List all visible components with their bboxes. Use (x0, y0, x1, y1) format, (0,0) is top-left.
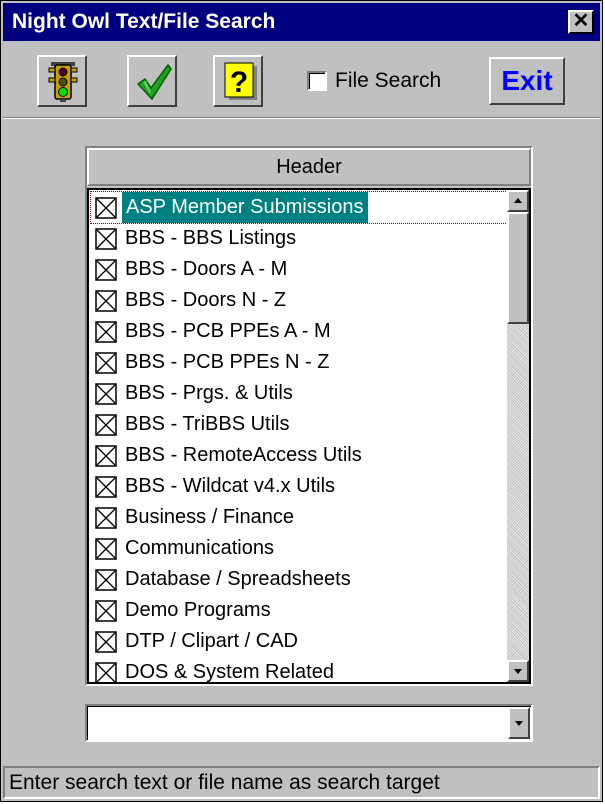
help-button[interactable]: ? (213, 55, 263, 107)
checked-box-icon[interactable] (95, 538, 117, 560)
list-item-label: Communications (125, 537, 274, 559)
checked-box-icon[interactable] (95, 259, 117, 281)
list-item[interactable]: BBS - TriBBS Utils (91, 409, 507, 440)
list-item-label: ASP Member Submissions (122, 192, 368, 223)
list-item[interactable]: Demo Programs (91, 595, 507, 626)
list-item-label: BBS - PCB PPEs A - M (125, 320, 331, 342)
list-item[interactable]: BBS - BBS Listings (91, 223, 507, 254)
checked-box-icon[interactable] (95, 507, 117, 529)
list-item[interactable]: Database / Spreadsheets (91, 564, 507, 595)
list-scrollbar[interactable] (507, 190, 529, 682)
list-item-label: Business / Finance (125, 506, 294, 528)
list-item-label: BBS - Doors A - M (125, 258, 288, 280)
toolbar-divider (3, 117, 600, 119)
arrow-down-icon (514, 669, 522, 674)
chevron-down-icon (515, 721, 523, 726)
list-item-label: BBS - RemoteAccess Utils (125, 444, 362, 466)
list-item-label: DOS & System Related (125, 661, 334, 683)
list-item-label: Demo Programs (125, 599, 271, 621)
checked-box-icon[interactable] (95, 445, 117, 467)
list-item[interactable]: DOS & System Related (91, 657, 507, 684)
exit-button[interactable]: Exit (489, 57, 565, 105)
list-item-label: Database / Spreadsheets (125, 568, 351, 590)
close-button[interactable]: ✕ (568, 10, 594, 34)
combo-dropdown-button[interactable] (508, 707, 530, 739)
list-item-label: BBS - BBS Listings (125, 227, 297, 249)
checked-box-icon[interactable] (95, 290, 117, 312)
list-item[interactable]: Business / Finance (91, 502, 507, 533)
list-item-label: BBS - Wildcat v4.x Utils (125, 475, 336, 497)
svg-text:?: ? (230, 66, 248, 99)
checked-box-icon[interactable] (95, 631, 117, 653)
app-window: Night Owl Text/File Search ✕ ? File Sear… (0, 0, 603, 802)
search-target-combo[interactable] (85, 704, 533, 742)
list-item[interactable]: BBS - PCB PPEs A - M (91, 316, 507, 347)
list-item[interactable]: BBS - Doors N - Z (91, 285, 507, 316)
list-item[interactable]: BBS - Doors A - M (91, 254, 507, 285)
window-title: Night Owl Text/File Search (12, 10, 276, 33)
scroll-thumb[interactable] (507, 212, 529, 324)
file-search-checkbox[interactable] (307, 71, 327, 91)
checked-box-icon[interactable] (95, 228, 117, 250)
checked-box-icon[interactable] (95, 321, 117, 343)
list-item[interactable]: BBS - RemoteAccess Utils (91, 440, 507, 471)
checked-box-icon[interactable] (95, 383, 117, 405)
list-item[interactable]: ASP Member Submissions (90, 191, 508, 224)
file-search-label[interactable]: File Search (335, 69, 441, 93)
category-listbox[interactable]: ASP Member Submissions BBS - BBS Listings… (87, 188, 531, 684)
checkmark-icon (136, 63, 172, 101)
search-target-input[interactable] (87, 706, 531, 740)
checked-box-icon[interactable] (95, 569, 117, 591)
scroll-down-button[interactable] (507, 660, 529, 682)
list-item-label: BBS - PCB PPEs N - Z (125, 351, 330, 373)
list-item[interactable]: BBS - Wildcat v4.x Utils (91, 471, 507, 502)
list-item[interactable]: BBS - PCB PPEs N - Z (91, 347, 507, 378)
checked-box-icon[interactable] (95, 197, 117, 219)
arrow-up-icon (514, 198, 522, 203)
checked-box-icon[interactable] (95, 414, 117, 436)
category-list-panel: Header ASP Member Submissions BBS - BBS L… (85, 146, 533, 686)
help-icon: ? (224, 62, 257, 100)
search-go-button[interactable] (127, 55, 177, 107)
checked-box-icon[interactable] (95, 662, 117, 684)
list-item-label: DTP / Clipart / CAD (125, 630, 298, 652)
checked-box-icon[interactable] (95, 476, 117, 498)
status-bar: Enter search text or file name as search… (3, 766, 600, 799)
title-bar: Night Owl Text/File Search ✕ (3, 3, 600, 41)
list-item[interactable]: Communications (91, 533, 507, 564)
checked-box-icon[interactable] (95, 352, 117, 374)
list-item-label: BBS - Prgs. & Utils (125, 382, 293, 404)
category-items: ASP Member Submissions BBS - BBS Listings… (90, 191, 508, 684)
traffic-light-button[interactable] (37, 55, 87, 107)
checked-box-icon[interactable] (95, 600, 117, 622)
list-item[interactable]: BBS - Prgs. & Utils (91, 378, 507, 409)
scroll-up-button[interactable] (507, 190, 529, 212)
list-header[interactable]: Header (87, 148, 531, 186)
traffic-light-icon (48, 62, 78, 102)
list-item-label: BBS - TriBBS Utils (125, 413, 290, 435)
list-item-label: BBS - Doors N - Z (125, 289, 287, 311)
list-item[interactable]: DTP / Clipart / CAD (91, 626, 507, 657)
